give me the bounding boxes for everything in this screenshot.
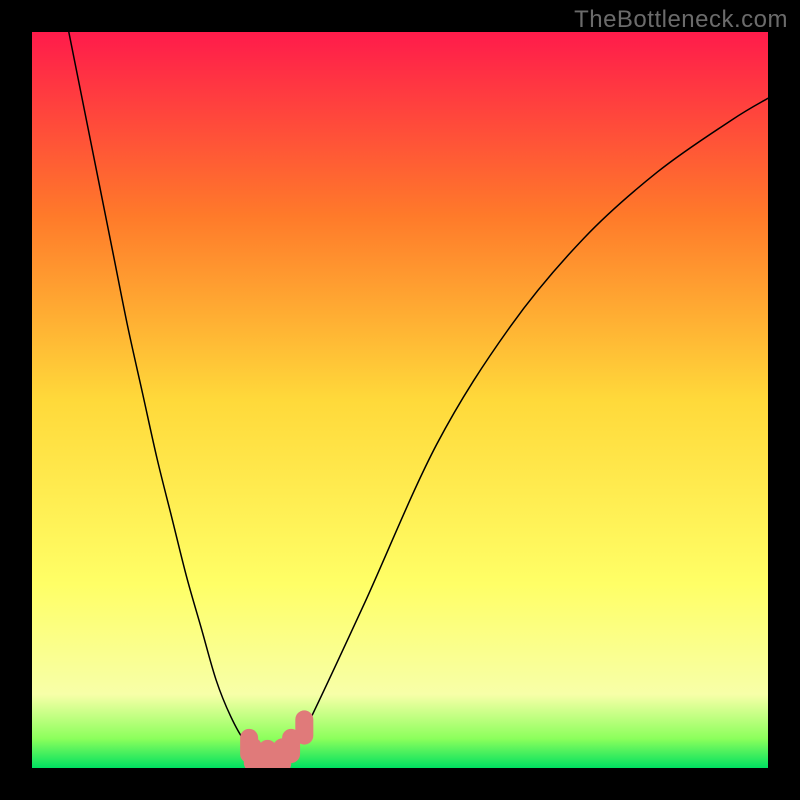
watermark-text: TheBottleneck.com (574, 6, 788, 34)
chart-frame: TheBottleneck.com (0, 0, 800, 800)
plot-svg (32, 32, 768, 768)
plot-area (32, 32, 768, 768)
gradient-rect (32, 32, 768, 768)
